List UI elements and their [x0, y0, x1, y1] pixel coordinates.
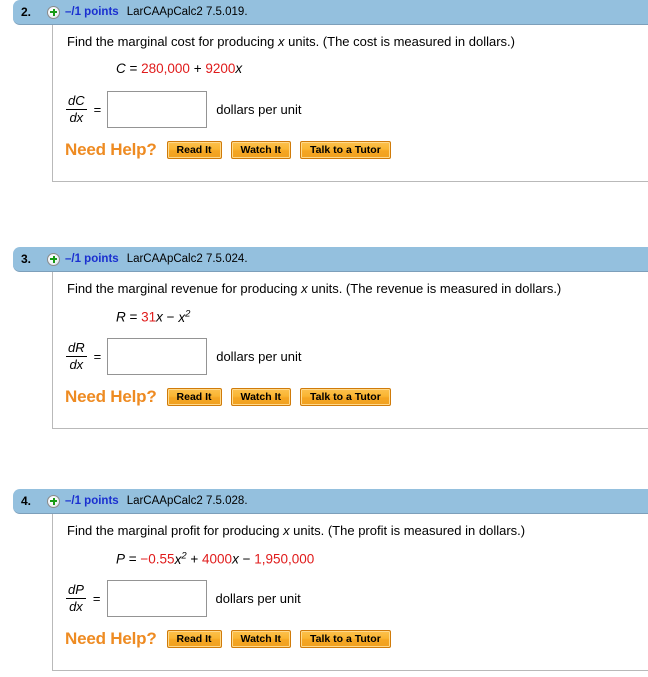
need-help-row: Need Help? Read It Watch It Talk to a Tutor	[65, 387, 400, 407]
answer-input[interactable]	[106, 580, 207, 617]
points-label: –/1 points	[65, 253, 119, 265]
formula-term: −	[238, 551, 255, 567]
formula: R = 31x − x2	[116, 308, 190, 325]
answer-units: dollars per unit	[216, 349, 302, 364]
equals-sign: =	[92, 591, 101, 606]
derivative-fraction: dP dx	[66, 583, 86, 613]
formula-term: −	[162, 309, 179, 325]
need-help-label: Need Help?	[65, 629, 157, 648]
equals-sign: =	[93, 102, 102, 117]
prompt-text-end: units. (The profit is measured in dollar…	[289, 523, 526, 538]
question-number: 3.	[21, 252, 32, 266]
question-block: 4. –/1 points LarCAApCalc2 7.5.028. Find th…	[0, 489, 648, 671]
question-header: 4. –/1 points LarCAApCalc2 7.5.028.	[13, 489, 648, 514]
talk-to-a-tutor-button[interactable]: Talk to a Tutor	[300, 630, 391, 648]
formula: P = −0.55x2 + 4000x − 1,950,000	[116, 550, 314, 567]
need-help-label: Need Help?	[65, 140, 157, 159]
read-it-button[interactable]: Read It	[166, 630, 222, 648]
question-body: Find the marginal revenue for producing …	[52, 272, 648, 429]
question-prompt: Find the marginal revenue for producing …	[67, 281, 561, 296]
formula-equals: =	[125, 61, 142, 76]
points-label: –/1 points	[65, 6, 119, 18]
answer-row: dC dx = dollars per unit	[66, 91, 302, 128]
formula-term: +	[189, 61, 206, 76]
equals-sign: =	[93, 349, 102, 364]
need-help-row: Need Help? Read It Watch It Talk to a Tutor	[65, 629, 400, 649]
derivative-denominator: dx	[69, 599, 83, 614]
question-block: 3. –/1 points LarCAApCalc2 7.5.024. Find th…	[0, 247, 648, 429]
need-help-label: Need Help?	[65, 387, 157, 406]
formula-lhs: P	[116, 551, 126, 567]
formula-term: x	[235, 61, 243, 76]
answer-units: dollars per unit	[216, 102, 302, 117]
formula-term: 280,000	[141, 61, 190, 76]
answer-row: dR dx = dollars per unit	[66, 338, 302, 375]
answer-input[interactable]	[107, 338, 208, 375]
need-help-row: Need Help? Read It Watch It Talk to a Tutor	[65, 140, 400, 160]
formula-lhs: R	[116, 309, 126, 325]
question-body: Find the marginal profit for producing x…	[52, 514, 648, 671]
formula-exponent: 2	[185, 308, 191, 319]
question-number: 2.	[21, 5, 32, 19]
derivative-numerator: dC	[66, 93, 87, 110]
derivative-denominator: dx	[69, 110, 84, 125]
answer-units: dollars per unit	[215, 591, 301, 606]
derivative-fraction: dR dx	[66, 341, 87, 371]
formula-term: 9200	[205, 61, 236, 76]
question-block: 2. –/1 points LarCAApCalc2 7.5.019. Find th…	[0, 0, 648, 182]
talk-to-a-tutor-button[interactable]: Talk to a Tutor	[300, 388, 391, 406]
derivative-numerator: dR	[66, 340, 87, 357]
question-code: LarCAApCalc2 7.5.028.	[126, 495, 248, 507]
watch-it-button[interactable]: Watch It	[230, 141, 291, 159]
formula-lhs: C	[116, 61, 126, 76]
formula-term: 31	[141, 309, 157, 325]
derivative-fraction: dC dx	[66, 94, 87, 124]
formula-term: x2	[174, 550, 187, 567]
watch-it-button[interactable]: Watch It	[230, 630, 291, 648]
question-code: LarCAApCalc2 7.5.019.	[126, 6, 248, 18]
formula-equals: =	[125, 309, 142, 325]
question-number: 4.	[21, 494, 32, 508]
formula-term: x2	[178, 308, 191, 325]
plus-circle-icon[interactable]	[47, 252, 60, 266]
prompt-text-start: Find the marginal revenue for producing	[67, 281, 302, 296]
formula-term: −0.55	[140, 551, 175, 567]
question-header: 2. –/1 points LarCAApCalc2 7.5.019.	[13, 0, 648, 25]
formula-equals: =	[125, 551, 141, 567]
derivative-numerator: dP	[66, 582, 86, 599]
assignment-page: 2. –/1 points LarCAApCalc2 7.5.019. Find th…	[0, 0, 648, 677]
question-prompt: Find the marginal cost for producing x u…	[67, 34, 515, 49]
read-it-button[interactable]: Read It	[166, 388, 222, 406]
formula-term: 4000	[202, 551, 233, 567]
derivative-denominator: dx	[69, 357, 84, 372]
prompt-text-start: Find the marginal profit for producing	[67, 523, 284, 538]
plus-circle-icon[interactable]	[47, 494, 60, 508]
prompt-text-end: units. (The revenue is measured in dolla…	[307, 281, 562, 296]
question-body: Find the marginal cost for producing x u…	[52, 25, 648, 182]
watch-it-button[interactable]: Watch It	[230, 388, 291, 406]
formula-term: x	[232, 551, 239, 567]
question-code: LarCAApCalc2 7.5.024.	[126, 253, 248, 265]
formula-term: 1,950,000	[254, 551, 315, 567]
prompt-text-end: units. (The cost is measured in dollars.…	[284, 34, 515, 49]
question-header: 3. –/1 points LarCAApCalc2 7.5.024.	[13, 247, 648, 272]
formula-term: +	[186, 551, 203, 567]
formula: C = 280,000 + 9200x	[116, 61, 242, 76]
answer-input[interactable]	[107, 91, 208, 128]
plus-circle-icon[interactable]	[47, 5, 60, 19]
talk-to-a-tutor-button[interactable]: Talk to a Tutor	[300, 141, 391, 159]
prompt-text-start: Find the marginal cost for producing	[67, 34, 278, 49]
read-it-button[interactable]: Read It	[166, 141, 222, 159]
answer-row: dP dx = dollars per unit	[66, 580, 301, 617]
formula-term: x	[156, 309, 163, 325]
question-prompt: Find the marginal profit for producing x…	[67, 523, 525, 538]
points-label: –/1 points	[65, 495, 119, 507]
